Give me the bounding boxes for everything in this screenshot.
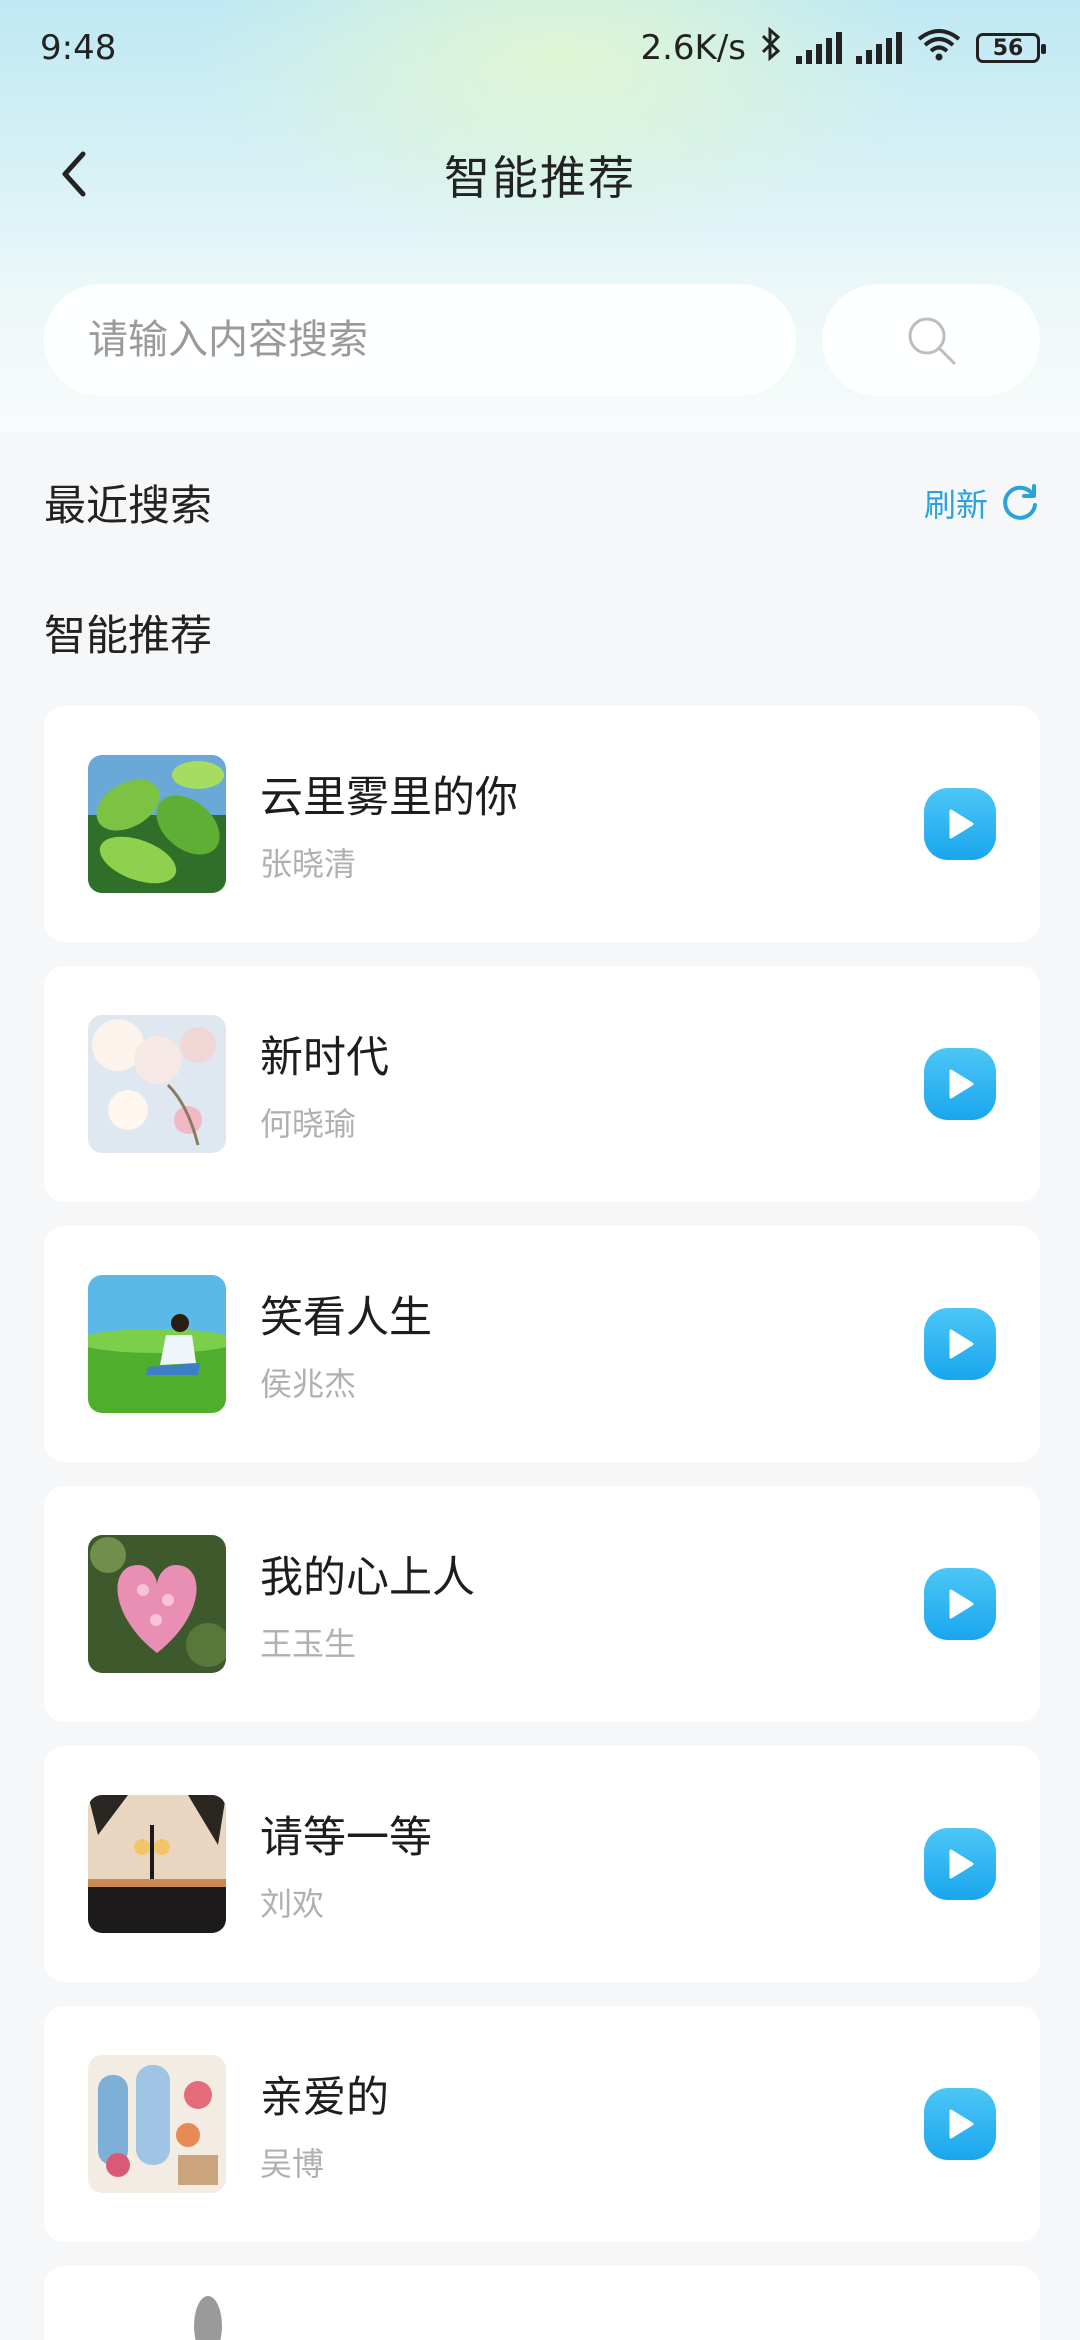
song-meta: 新时代 何晓瑜 <box>226 1023 924 1145</box>
bluetooth-icon <box>760 26 782 70</box>
search-input[interactable] <box>44 284 796 396</box>
song-title: 我的心上人 <box>260 1553 475 1603</box>
song-title: 云里雾里的你 <box>260 773 518 823</box>
play-icon <box>949 2109 974 2139</box>
status-bar: 9:48 2.6K/s 56 <box>0 0 1080 96</box>
list-item[interactable]: 亲爱的 吴博 <box>44 2006 1040 2242</box>
list-item[interactable]: 笑看人生 侯兆杰 <box>44 1226 1040 1462</box>
play-button[interactable] <box>924 788 996 860</box>
nav-bar: 智能推荐 <box>0 120 1080 230</box>
song-artist: 侯兆杰 <box>260 1365 357 1403</box>
play-icon <box>949 1069 974 1099</box>
page-title: 智能推荐 <box>444 151 636 205</box>
list-item[interactable]: 我的心上人 王玉生 <box>44 1486 1040 1722</box>
song-artist: 刘欢 <box>260 1885 325 1923</box>
song-artist: 王玉生 <box>260 1625 357 1663</box>
recent-search-title: 最近搜索 <box>44 481 213 530</box>
list-item-partial[interactable] <box>44 2266 1040 2340</box>
play-button[interactable] <box>924 1308 996 1380</box>
play-button[interactable] <box>924 1568 996 1640</box>
refresh-label: 刷新 <box>923 485 988 524</box>
song-meta: 笑看人生 侯兆杰 <box>226 1283 924 1405</box>
search-button[interactable] <box>822 284 1040 396</box>
recent-search-header: 最近搜索 刷新 <box>44 472 1040 533</box>
song-meta: 云里雾里的你 张晓清 <box>226 763 924 885</box>
recommend-title: 智能推荐 <box>44 611 213 660</box>
search-icon <box>908 317 956 365</box>
list-item[interactable]: 请等一等 刘欢 <box>44 1746 1040 1982</box>
cover-image <box>88 1795 226 1933</box>
battery-level: 56 <box>992 35 1024 61</box>
play-button[interactable] <box>924 1828 996 1900</box>
search-bar <box>44 284 1040 396</box>
cover-image <box>88 2055 226 2193</box>
wifi-icon <box>916 27 962 70</box>
song-title: 请等一等 <box>260 1813 432 1863</box>
battery-icon: 56 <box>976 33 1046 63</box>
signal-icon-2 <box>856 32 902 64</box>
back-button[interactable] <box>44 144 104 204</box>
recommend-header: 智能推荐 <box>44 602 1040 663</box>
play-icon <box>949 1849 974 1879</box>
song-title: 亲爱的 <box>260 2073 389 2123</box>
refresh-button[interactable]: 刷新 <box>924 480 1040 526</box>
chevron-left-icon <box>62 151 86 197</box>
song-meta: 请等一等 刘欢 <box>226 1803 924 1925</box>
song-meta: 我的心上人 王玉生 <box>226 1543 924 1665</box>
cover-image <box>88 1015 226 1153</box>
song-artist: 张晓清 <box>260 845 357 883</box>
list-item[interactable]: 云里雾里的你 张晓清 <box>44 706 1040 942</box>
status-time: 9:48 <box>40 28 117 68</box>
song-title: 笑看人生 <box>260 1293 432 1343</box>
cover-image <box>88 755 226 893</box>
cover-image <box>88 1275 226 1413</box>
song-artist: 吴博 <box>260 2145 325 2183</box>
play-icon <box>949 1589 974 1619</box>
network-speed: 2.6K/s <box>640 28 746 68</box>
song-artist: 何晓瑜 <box>260 1105 357 1143</box>
song-list: 云里雾里的你 张晓清 新时代 何晓瑜 笑看人生 侯兆杰 我的心上人 王玉生 请等… <box>44 706 1040 2340</box>
song-meta: 亲爱的 吴博 <box>226 2063 924 2185</box>
play-button[interactable] <box>924 1048 996 1120</box>
play-icon <box>949 809 974 839</box>
list-item[interactable]: 新时代 何晓瑜 <box>44 966 1040 1202</box>
cover-image <box>88 1535 226 1673</box>
refresh-icon <box>1003 483 1037 520</box>
play-icon <box>949 1329 974 1359</box>
cover-image <box>88 2266 226 2340</box>
status-icons: 2.6K/s 56 <box>640 26 1046 70</box>
play-button[interactable] <box>924 2088 996 2160</box>
signal-icon <box>796 32 842 64</box>
song-title: 新时代 <box>260 1033 389 1083</box>
